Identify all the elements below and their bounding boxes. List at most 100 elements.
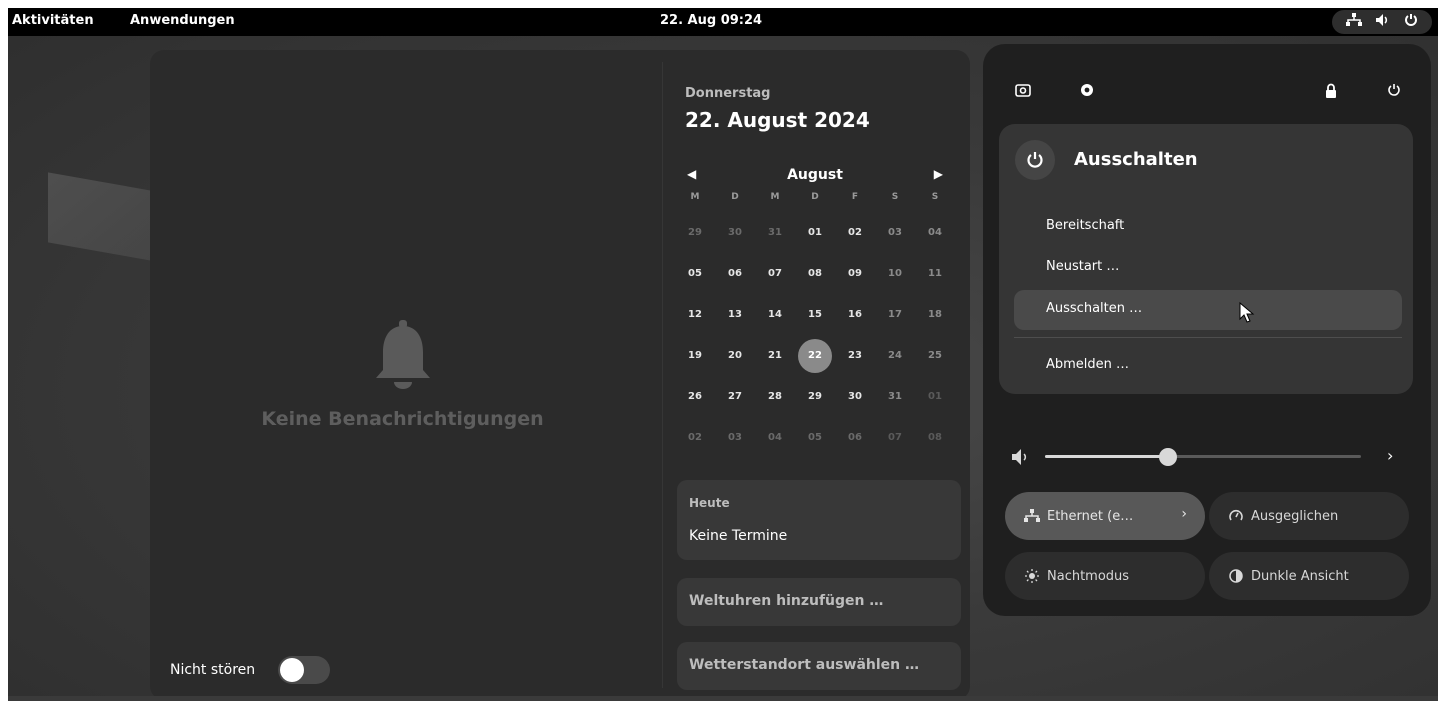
ethernet-toggle[interactable]: Ethernet (e… › [1005, 492, 1205, 540]
calendar-day[interactable]: 02 [835, 212, 875, 253]
calendar-day[interactable]: 20 [715, 335, 755, 376]
calendar-day[interactable]: 05 [675, 253, 715, 294]
top-bar: Aktivitäten Anwendungen 22. Aug 09:24 [8, 8, 1438, 36]
calendar-day[interactable]: 08 [795, 253, 835, 294]
weekday-header: S [891, 192, 899, 202]
calendar-day[interactable]: 03 [715, 417, 755, 458]
day-number: 31 [768, 227, 782, 238]
calendar-day[interactable]: 06 [835, 417, 875, 458]
calendar-day[interactable]: 31 [875, 376, 915, 417]
add-world-clocks-button[interactable]: Weltuhren hinzufügen … [677, 578, 961, 626]
calendar-day[interactable]: 17 [875, 294, 915, 335]
settings-button[interactable] [1071, 74, 1103, 106]
month-label: August [787, 167, 843, 183]
volume-slider[interactable] [1045, 448, 1361, 466]
system-tray[interactable] [1332, 10, 1432, 34]
day-number: 07 [768, 268, 782, 279]
calendar-day[interactable]: 25 [915, 335, 955, 376]
weekday-header: D [811, 192, 819, 202]
previous-month-icon[interactable]: ◀ [687, 167, 696, 181]
calendar-day[interactable]: 30 [835, 376, 875, 417]
calendar-day[interactable]: 13 [715, 294, 755, 335]
applications-menu[interactable]: Anwendungen [130, 13, 235, 28]
day-number: 05 [688, 268, 702, 279]
power-mode-icon [1227, 507, 1245, 525]
quick-settings-menu: Ausschalten Bereitschaft Neustart … Auss… [983, 44, 1431, 616]
calendar-day[interactable]: 15 [795, 294, 835, 335]
calendar-day[interactable]: 16 [835, 294, 875, 335]
calendar-day[interactable]: 19 [675, 335, 715, 376]
day-number: 17 [888, 309, 902, 320]
calendar-day[interactable]: 12 [675, 294, 715, 335]
calendar-day[interactable]: 08 [915, 417, 955, 458]
speaker-icon[interactable] [1011, 448, 1031, 466]
day-number: 06 [728, 268, 742, 279]
events-section[interactable]: Heute Keine Termine [677, 480, 961, 560]
power-off-item[interactable]: Ausschalten … [1014, 290, 1402, 330]
slider-handle[interactable] [1159, 448, 1178, 466]
calendar-day[interactable]: 09 [835, 253, 875, 294]
calendar-day[interactable]: 31 [755, 212, 795, 253]
calendar-day[interactable]: 07 [755, 253, 795, 294]
lock-button[interactable] [1315, 74, 1347, 106]
do-not-disturb-label: Nicht stören [170, 662, 256, 678]
day-number: 05 [808, 432, 822, 443]
calendar-day[interactable]: 10 [875, 253, 915, 294]
calendar-day[interactable]: 18 [915, 294, 955, 335]
calendar-day[interactable]: 02 [675, 417, 715, 458]
chevron-right-icon[interactable]: › [1181, 506, 1187, 522]
dark-style-label: Dunkle Ansicht [1251, 568, 1349, 584]
calendar-day[interactable]: 03 [875, 212, 915, 253]
night-light-label: Nachtmodus [1047, 568, 1130, 584]
calendar-day[interactable]: 29 [795, 376, 835, 417]
calendar-day[interactable]: 14 [755, 294, 795, 335]
do-not-disturb-switch[interactable] [278, 656, 330, 684]
restart-item[interactable]: Neustart … [1014, 248, 1402, 288]
switch-knob [280, 658, 304, 682]
calendar-day[interactable]: 07 [875, 417, 915, 458]
calendar-day[interactable]: 04 [755, 417, 795, 458]
calendar-day[interactable]: 28 [755, 376, 795, 417]
calendar-day[interactable]: 30 [715, 212, 755, 253]
select-weather-location-button[interactable]: Wetterstandort auswählen … [677, 642, 961, 690]
calendar-day[interactable]: 21 [755, 335, 795, 376]
next-month-icon[interactable]: ▶ [934, 167, 943, 181]
calendar-day[interactable]: 04 [915, 212, 955, 253]
night-light-toggle[interactable]: Nachtmodus [1005, 552, 1205, 600]
suspend-item[interactable]: Bereitschaft [1014, 207, 1402, 247]
calendar-day[interactable]: 01 [915, 376, 955, 417]
ethernet-label: Ethernet (e… [1047, 508, 1134, 524]
calendar-day[interactable]: 05 [795, 417, 835, 458]
calendar-day[interactable]: 11 [915, 253, 955, 294]
power-menu-button[interactable] [1378, 74, 1410, 106]
calendar-day[interactable]: 06 [715, 253, 755, 294]
calendar-day[interactable]: 22 [795, 335, 835, 376]
date-label[interactable]: 22. August 2024 [685, 108, 870, 132]
chevron-right-icon[interactable]: › [1387, 446, 1393, 465]
day-number: 09 [848, 268, 862, 279]
activities-button[interactable]: Aktivitäten [12, 13, 94, 28]
log-out-item[interactable]: Abmelden … [1014, 346, 1402, 386]
calendar-day[interactable]: 26 [675, 376, 715, 417]
calendar-day[interactable]: 23 [835, 335, 875, 376]
day-number: 06 [848, 432, 862, 443]
calendar-day[interactable]: 27 [715, 376, 755, 417]
calendar-day[interactable]: 01 [795, 212, 835, 253]
volume-icon [1375, 13, 1391, 31]
power-mode-toggle[interactable]: Ausgeglichen [1209, 492, 1409, 540]
weekday-header: S [931, 192, 939, 202]
clock[interactable]: 22. Aug 09:24 [660, 13, 762, 28]
weekday-label[interactable]: Donnerstag [685, 86, 771, 101]
day-number: 01 [808, 227, 822, 238]
calendar-day[interactable]: 29 [675, 212, 715, 253]
power-icon [1015, 140, 1055, 180]
day-number: 31 [888, 391, 902, 402]
power-icon [1388, 84, 1400, 96]
day-number: 19 [688, 350, 702, 361]
day-number: 24 [888, 350, 902, 361]
dark-style-toggle[interactable]: Dunkle Ansicht [1209, 552, 1409, 600]
add-world-clocks-label: Weltuhren hinzufügen … [689, 593, 884, 609]
calendar-day[interactable]: 24 [875, 335, 915, 376]
screenshot-button[interactable] [1007, 74, 1039, 106]
day-number: 30 [848, 391, 862, 402]
